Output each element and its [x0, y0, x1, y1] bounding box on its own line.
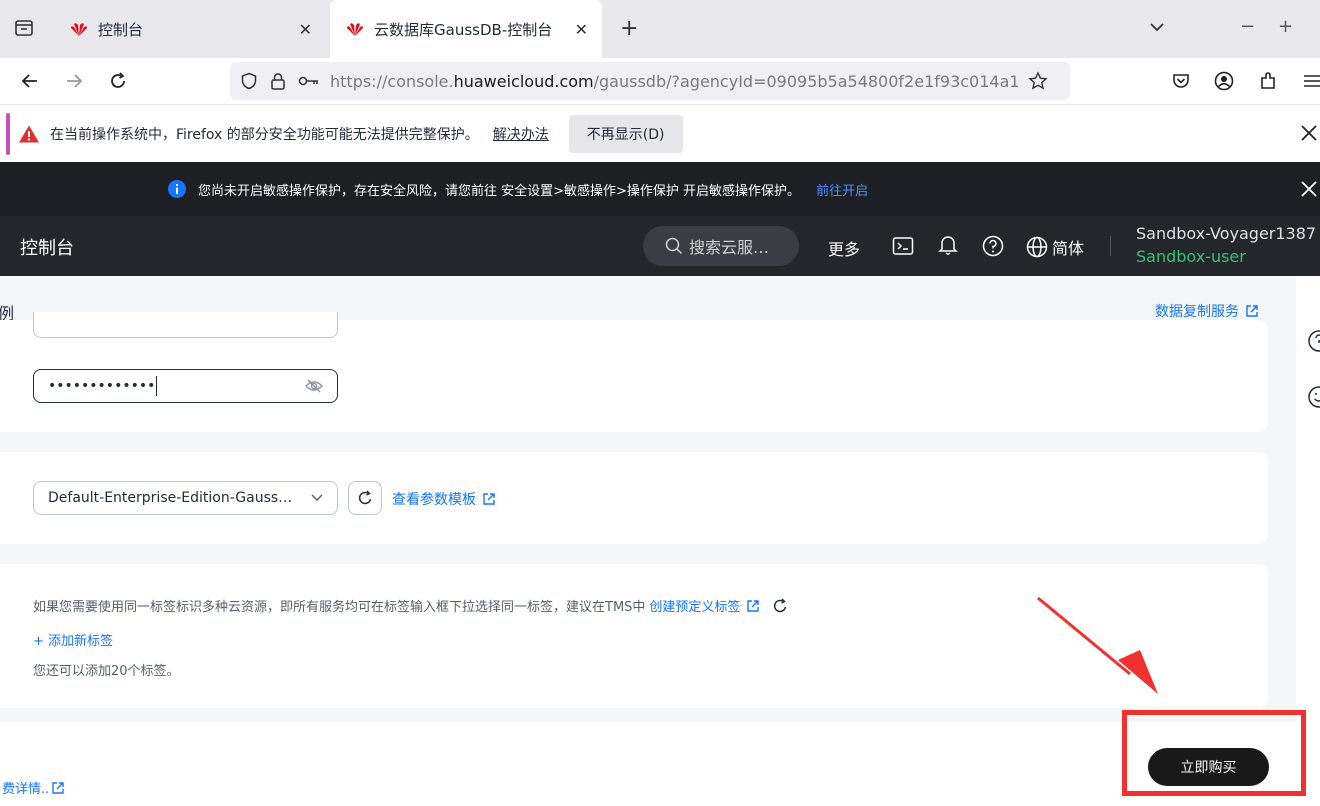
link-label: 数据复制服务 [1155, 304, 1239, 320]
account-name[interactable]: Sandbox-Voyager1387 [1136, 224, 1316, 243]
browser-tab-strip: 控制台 ✕ 云数据库GaussDB-控制台 ✕ + − + [0, 0, 1320, 58]
text-cursor [156, 376, 158, 396]
pocket-icon[interactable] [1170, 70, 1192, 92]
tab-gaussdb-console[interactable]: 云数据库GaussDB-控制台 ✕ [330, 0, 602, 58]
info-icon [168, 180, 186, 198]
add-tag-button[interactable]: + 添加新标签 [33, 630, 113, 649]
search-placeholder: 搜索云服… [689, 238, 770, 257]
password-input[interactable]: ••••••••••••• [33, 369, 338, 403]
refresh-templates-button[interactable] [348, 481, 382, 515]
close-icon[interactable] [1300, 180, 1318, 198]
external-link-icon [483, 493, 495, 505]
more-menu[interactable]: 更多 [828, 236, 860, 260]
view-parameter-template-link[interactable]: 查看参数模板 [392, 489, 496, 509]
url-text[interactable]: https://console.huaweicloud.com/gaussdb/… [330, 72, 1020, 91]
create-predefined-tag-link[interactable]: 创建预定义标签 [649, 596, 740, 615]
tab-overview-icon[interactable] [14, 18, 34, 38]
help-icon[interactable] [982, 235, 1004, 257]
account-icon[interactable] [1213, 70, 1235, 92]
data-replication-service-link[interactable]: 数据复制服务 [1155, 301, 1259, 321]
shield-icon[interactable] [240, 72, 258, 90]
parameter-template-select[interactable]: Default-Enterprise-Edition-Gauss… [33, 481, 338, 515]
close-tab-icon[interactable]: ✕ [299, 20, 312, 39]
tags-hint-text: 如果您需要使用同一标签标识多种云资源，即所有服务均可在标签输入框下拉选择同一标签… [33, 600, 646, 615]
dont-show-again-button[interactable]: 不再显示(D) [568, 115, 683, 153]
gaussdb-create-instance-page: 例 数据复制服务 ••••••••••••• Default-Enterpris… [0, 276, 1296, 806]
external-link-icon[interactable] [746, 599, 760, 613]
tags-hint-row: 如果您需要使用同一标签标识多种云资源，即所有服务均可在标签输入框下拉选择同一标签… [33, 596, 788, 615]
terminal-icon[interactable] [892, 236, 914, 256]
tags-remaining-text: 您还可以添加20个标签。 [33, 664, 180, 679]
huawei-logo-icon [71, 23, 87, 36]
selected-template: Default-Enterprise-Edition-Gauss… [48, 490, 293, 506]
bell-icon[interactable] [938, 234, 958, 256]
new-tab-button[interactable]: + [620, 16, 638, 41]
fee-details-link[interactable]: 费详情.. [2, 778, 65, 797]
close-tab-icon[interactable]: ✕ [575, 20, 588, 39]
forward-arrow-icon[interactable] [64, 71, 84, 91]
key-icon[interactable] [298, 74, 320, 88]
confirm-field-edge[interactable] [33, 312, 338, 338]
help-icon[interactable] [1306, 328, 1320, 354]
eye-off-icon[interactable] [305, 379, 323, 393]
annotation-arrow-icon [1037, 596, 1158, 694]
feedback-smile-icon[interactable] [1306, 384, 1320, 410]
extensions-icon[interactable] [1257, 70, 1279, 92]
refresh-icon [358, 490, 372, 505]
link-label: 查看参数模板 [392, 492, 476, 508]
tab-console[interactable]: 控制台 ✕ [54, 0, 326, 58]
refresh-icon[interactable] [772, 597, 788, 614]
firefox-security-warning-bar: 在当前操作系统中，Firefox 的部分安全功能可能无法提供完整保护。 解决办法… [0, 104, 1320, 162]
warning-accent [6, 113, 10, 155]
tab-title: 控制台 [98, 20, 144, 39]
divider [1110, 236, 1111, 256]
minimize-button[interactable]: − [1240, 16, 1255, 37]
bookmark-star-icon[interactable] [1028, 71, 1048, 91]
globe-icon [1026, 236, 1048, 258]
resolve-link[interactable]: 解决办法 [493, 124, 549, 144]
maximize-button[interactable]: + [1278, 16, 1293, 37]
annotation-highlight-box [1122, 710, 1306, 796]
lock-icon[interactable] [270, 72, 286, 90]
reload-icon[interactable] [108, 71, 128, 91]
notice-text: 您尚未开启敏感操作保护，存在安全风险，请您前往 安全设置>敏感操作>操作保护 开… [198, 183, 801, 199]
tab-title: 云数据库GaussDB-控制台 [374, 20, 553, 39]
address-bar[interactable]: https://console.huaweicloud.com/gaussdb/… [230, 62, 1070, 100]
warning-triangle-icon [19, 125, 39, 143]
parameter-template-card: Default-Enterprise-Edition-Gauss… 查看参数模板 [0, 452, 1268, 544]
enable-protection-link[interactable]: 前往开启 [816, 180, 868, 199]
chevron-down-icon[interactable] [1148, 18, 1166, 36]
external-link-icon [1246, 305, 1258, 317]
language-label: 简体 [1052, 239, 1085, 258]
password-value: ••••••••••••• [48, 378, 156, 394]
back-arrow-icon[interactable] [20, 71, 40, 91]
console-title[interactable]: 控制台 [20, 234, 74, 260]
chevron-down-icon [311, 494, 323, 501]
huawei-logo-icon [347, 23, 363, 36]
sensitive-operation-notice: 您尚未开启敏感操作保护，存在安全风险，请您前往 安全设置>敏感操作>操作保护 开… [0, 162, 1320, 216]
menu-icon[interactable] [1302, 72, 1320, 90]
warning-text: 在当前操作系统中，Firefox 的部分安全功能可能无法提供完整保护。 [50, 127, 479, 143]
link-label: 费详情.. [2, 782, 50, 797]
password-section-card: ••••••••••••• [0, 312, 1268, 432]
language-selector[interactable]: 简体 [1026, 235, 1084, 259]
search-input[interactable]: 搜索云服… [643, 226, 799, 266]
close-icon[interactable] [1300, 124, 1318, 142]
user-name[interactable]: Sandbox-user [1136, 247, 1246, 266]
external-link-icon [52, 781, 64, 794]
purchase-footer [0, 722, 1296, 806]
search-icon [665, 237, 683, 255]
